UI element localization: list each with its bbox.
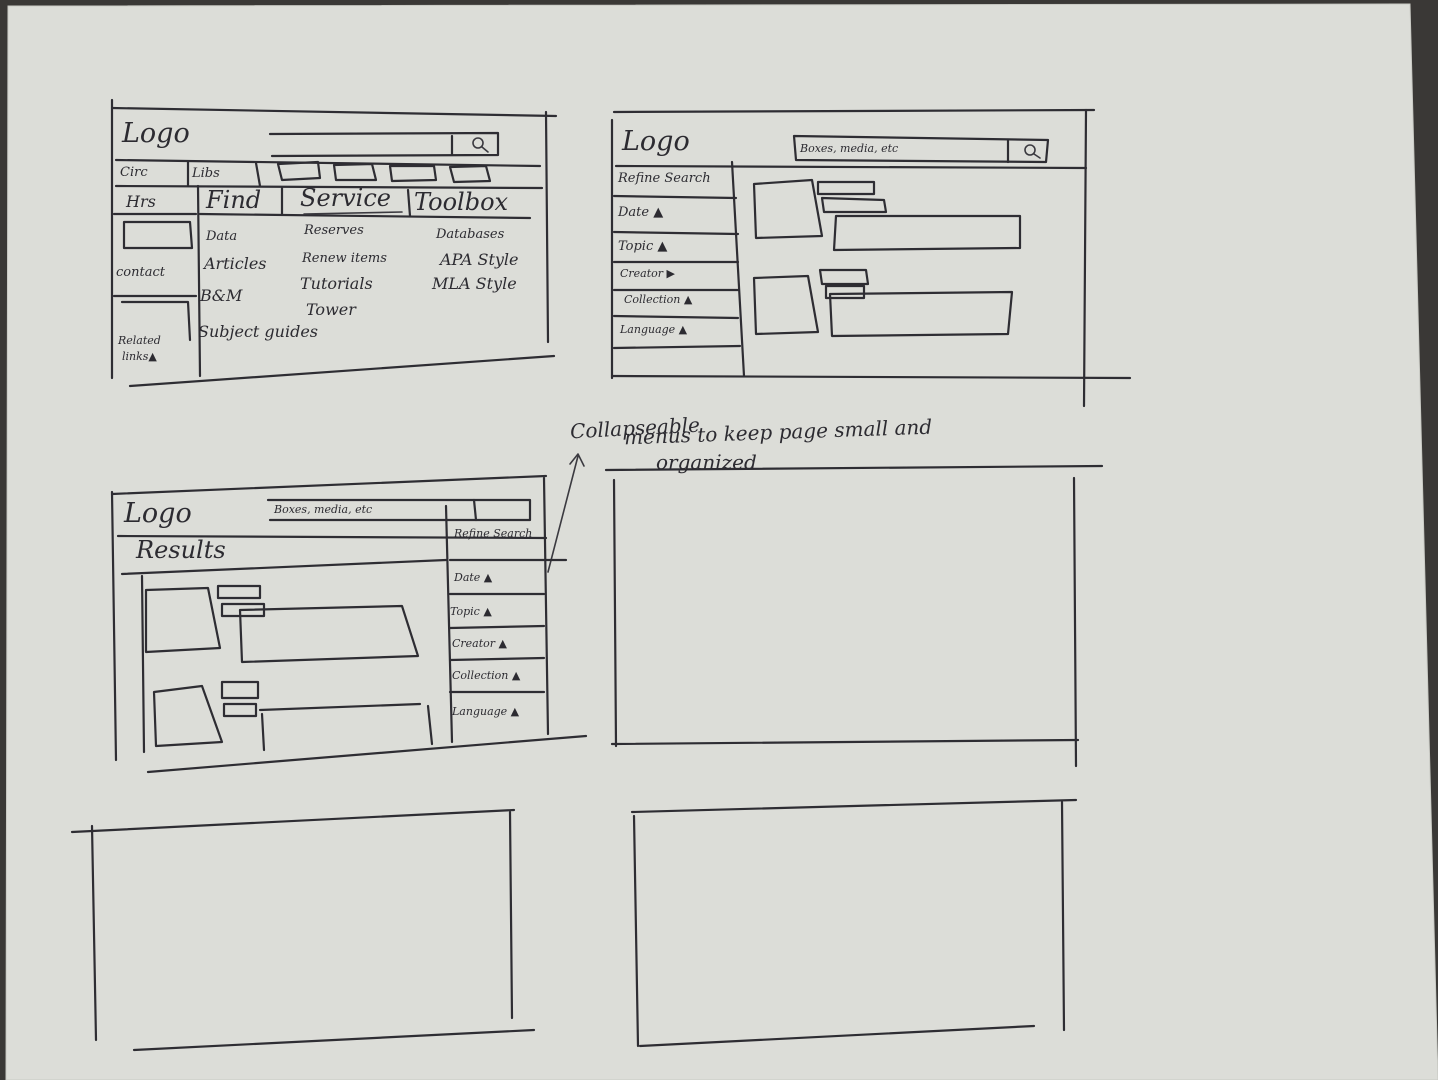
- results-heading: Results: [136, 536, 226, 564]
- home-sidebar-related[interactable]: Related: [118, 335, 161, 346]
- home-nav-tab-libs[interactable]: Libs: [192, 167, 220, 180]
- paper-sheet: Logo Circ Libs Hrs contact Related links…: [0, 0, 1438, 1080]
- results-filter-date[interactable]: Date ▲: [454, 572, 492, 583]
- home-service-item[interactable]: Tutorials: [300, 276, 373, 292]
- home-service-item[interactable]: Tower: [306, 302, 356, 318]
- home-service-item[interactable]: Reserves: [304, 224, 364, 237]
- filter-collection[interactable]: Collection ▲: [624, 294, 692, 305]
- results-search-value[interactable]: Boxes, media, etc: [274, 504, 372, 515]
- home-col-service-heading[interactable]: Service: [300, 186, 391, 210]
- home-toolbox-item[interactable]: APA Style: [440, 252, 519, 268]
- home-col-toolbox-heading[interactable]: Toolbox: [414, 190, 508, 214]
- home-find-item[interactable]: B&M: [200, 288, 242, 304]
- results-filter-language[interactable]: Language ▲: [452, 706, 519, 717]
- results-filter-collection[interactable]: Collection ▲: [452, 670, 520, 681]
- home-sidebar-hours[interactable]: Hrs: [126, 194, 156, 210]
- home-nav-tab-circ[interactable]: Circ: [120, 166, 148, 179]
- home-toolbox-item[interactable]: MLA Style: [432, 276, 517, 292]
- filter-language[interactable]: Language ▲: [620, 324, 687, 335]
- results-filter-creator[interactable]: Creator ▲: [452, 638, 507, 649]
- home-sidebar-links[interactable]: links▲: [122, 351, 157, 362]
- results-refine-heading: Refine Search: [454, 527, 533, 540]
- results-logo: Logo: [124, 498, 192, 529]
- filter-creator[interactable]: Creator ▶: [620, 268, 675, 279]
- home-sidebar-contact[interactable]: contact: [116, 266, 165, 279]
- annotation-line-3: organized: [656, 450, 757, 474]
- home-service-item[interactable]: Renew items: [302, 252, 387, 265]
- results-filter-topic[interactable]: Topic ▲: [450, 606, 492, 617]
- home-find-item[interactable]: Articles: [204, 256, 267, 272]
- home-logo: Logo: [122, 118, 190, 149]
- search-field-value[interactable]: Boxes, media, etc: [800, 143, 898, 154]
- home-find-item[interactable]: Data: [206, 230, 237, 243]
- home-find-item[interactable]: Subject guides: [198, 324, 318, 340]
- home-col-find-heading[interactable]: Find: [206, 188, 261, 212]
- filter-topic[interactable]: Topic ▲: [618, 240, 667, 253]
- filter-date[interactable]: Date ▲: [618, 206, 663, 219]
- search-logo: Logo: [622, 126, 690, 157]
- home-toolbox-item[interactable]: Databases: [436, 228, 504, 241]
- refine-search-heading: Refine Search: [618, 171, 711, 186]
